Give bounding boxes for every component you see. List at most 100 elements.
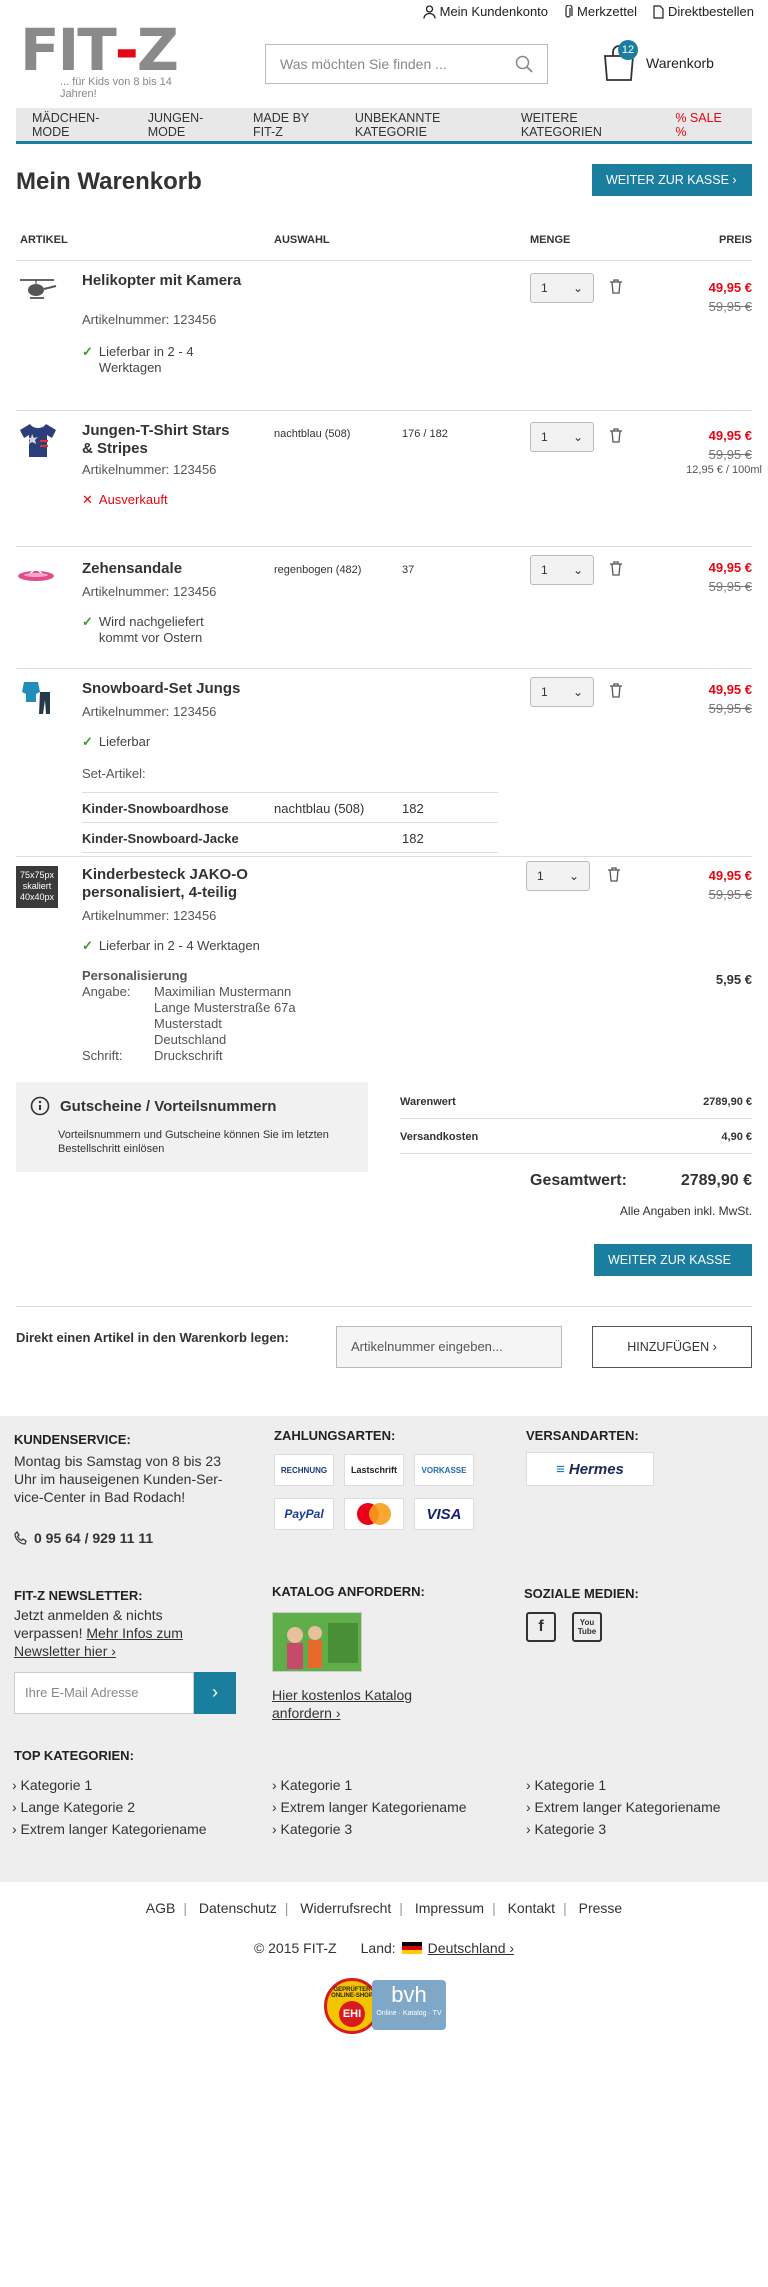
newsletter-submit-button[interactable]: › — [194, 1672, 236, 1714]
nav-item-unbekannt[interactable]: UNBEKANNTE KATEGORIE — [355, 111, 499, 139]
category-link[interactable]: › Extrem langer Kategoriename — [526, 1796, 721, 1818]
old-price: 59,95 € — [708, 299, 752, 314]
nav-item-sale[interactable]: % SALE % — [675, 111, 730, 139]
payment-prepayment-icon: VORKASSE — [414, 1454, 474, 1486]
nav-item-maedchen[interactable]: MÄDCHEN-MODE — [32, 111, 126, 139]
divider — [16, 410, 752, 411]
checkout-button-top[interactable]: WEITER ZUR KASSE › — [592, 164, 752, 196]
link-widerrufsrecht[interactable]: Widerrufsrecht — [300, 1900, 391, 1916]
product-name[interactable]: Helikopter mit Kamera — [82, 272, 242, 290]
availability-status: ✓ Lieferbar in 2 - 4 Werktagen — [82, 938, 260, 953]
trash-icon[interactable] — [606, 866, 622, 882]
article-number: Artikelnummer: 123456 — [82, 584, 217, 599]
check-icon: ✓ — [82, 344, 93, 359]
newsletter-email-input[interactable]: Ihre E-Mail Adresse — [14, 1672, 194, 1714]
checkout-button-bottom[interactable]: WEITER ZUR KASSE › — [594, 1244, 752, 1299]
link-presse[interactable]: Presse — [579, 1900, 623, 1916]
color-selection: regenbogen (482) — [274, 564, 362, 576]
article-number-input[interactable]: Artikelnummer eingeben... — [336, 1326, 562, 1368]
facebook-icon[interactable]: f — [526, 1612, 556, 1642]
add-button[interactable]: HINZUFÜGEN › — [592, 1326, 752, 1368]
logo-wordmark: FIT-Z — [20, 16, 179, 84]
catalog-cover-image[interactable] — [272, 1612, 362, 1672]
product-thumb-snowboard[interactable] — [18, 678, 58, 718]
cross-icon: ✕ — [82, 492, 93, 507]
bvh-seal[interactable]: bvh Online · Katalog · TV — [372, 1980, 446, 2030]
logo[interactable]: FIT-Z ... für Kids von 8 bis 14 Jahren! — [20, 16, 210, 100]
set-item-name: Kinder-Snowboard-Jacke — [82, 831, 239, 846]
category-link[interactable]: › Extrem langer Kategoriename — [12, 1818, 207, 1840]
category-link[interactable]: › Kategorie 1 — [272, 1774, 467, 1796]
nav-item-made-by[interactable]: MADE BY FIT-Z — [253, 111, 333, 139]
cart-count-badge: 12 — [618, 40, 638, 60]
catalog-link[interactable]: Hier kostenlos Katalog anfordern › — [272, 1686, 432, 1722]
search-icon[interactable] — [515, 55, 533, 73]
price-block: 49,95 € 59,95 € — [709, 868, 752, 902]
payment-invoice-icon: RECHNUNG — [274, 1454, 334, 1486]
product-thumb-sandal[interactable] — [16, 564, 56, 604]
top-categories-col-3: › Kategorie 1 › Extrem langer Kategorien… — [526, 1774, 721, 1840]
nav-item-weitere[interactable]: WEITERE KATEGORIEN — [521, 111, 648, 139]
category-link[interactable]: › Kategorie 1 — [12, 1774, 207, 1796]
set-item-color: nachtblau (508) — [274, 801, 365, 816]
product-name[interactable]: Kinderbesteck JAKO-O personalisiert, 4-t… — [82, 866, 262, 902]
product-thumb-tshirt[interactable] — [18, 420, 58, 460]
category-link[interactable]: › Kategorie 3 — [526, 1818, 721, 1840]
divider — [16, 668, 752, 669]
direct-order-link[interactable]: Direktbestellen — [653, 4, 754, 19]
service-text: Montag bis Samstag von 8 bis 23 Uhr im h… — [14, 1453, 223, 1505]
trash-icon[interactable] — [608, 560, 624, 576]
cart-button[interactable]: 12 Warenkorb — [602, 40, 714, 82]
article-number: Artikelnummer: 123456 — [82, 704, 217, 719]
divider — [82, 852, 498, 853]
chevron-down-icon: ⌄ — [572, 430, 583, 444]
category-link[interactable]: › Kategorie 1 — [526, 1774, 721, 1796]
quantity-select[interactable]: 1 ⌄ — [530, 273, 594, 303]
product-name[interactable]: Jungen-T-Shirt Stars & Stripes — [82, 422, 242, 458]
link-kontakt[interactable]: Kontakt — [508, 1900, 555, 1916]
hermes-logo: ≡ Hermes — [526, 1452, 654, 1486]
vat-note: Alle Angaben inkl. MwSt. — [619, 1204, 752, 1218]
account-link[interactable]: Mein Kundenkonto — [422, 4, 548, 19]
service-title: KUNDENSERVICE: — [14, 1432, 131, 1447]
trash-icon[interactable] — [608, 682, 624, 698]
link-agb[interactable]: AGB — [146, 1900, 176, 1916]
search-input[interactable]: Was möchten Sie finden ... — [265, 44, 548, 84]
top-categories-col-2: › Kategorie 1 › Extrem langer Kategorien… — [272, 1774, 467, 1840]
quantity-select[interactable]: 1 ⌄ — [530, 422, 594, 452]
product-thumb-helicopter[interactable] — [18, 274, 58, 314]
nav-item-jungen[interactable]: JUNGEN-MODE — [148, 111, 231, 139]
wishlist-link[interactable]: Merkzettel — [564, 4, 637, 19]
category-link[interactable]: › Lange Kategorie 2 — [12, 1796, 207, 1818]
set-item-row: Kinder-Snowboard-Jacke 182 — [82, 826, 498, 852]
direct-add-label: Direkt einen Artikel in den Warenkorb le… — [16, 1330, 289, 1345]
link-datenschutz[interactable]: Datenschutz — [199, 1900, 277, 1916]
old-price: 59,95 € — [708, 579, 752, 594]
category-link[interactable]: › Kategorie 3 — [272, 1818, 467, 1840]
phone[interactable]: 0 95 64 / 929 11 11 — [14, 1530, 153, 1546]
shopping-bag-icon: 12 — [602, 40, 638, 82]
link-impressum[interactable]: Impressum — [415, 1900, 484, 1916]
cart-label: Warenkorb — [646, 55, 714, 71]
trash-icon[interactable] — [608, 278, 624, 294]
product-name[interactable]: Zehensandale — [82, 560, 182, 578]
legal-links: AGB | Datenschutz | Widerrufsrecht | Impres… — [145, 1900, 623, 1916]
availability-status: ✕ Ausverkauft — [82, 492, 168, 507]
youtube-icon[interactable]: You Tube — [572, 1612, 602, 1642]
size-selection: 37 — [402, 564, 415, 576]
divider — [16, 546, 752, 547]
voucher-box: Gutscheine / Vorteilsnummern Vorteilsnum… — [16, 1082, 368, 1172]
check-icon: ✓ — [82, 734, 93, 749]
product-name[interactable]: Snowboard-Set Jungs — [82, 680, 240, 698]
quantity-select[interactable]: 1 ⌄ — [526, 861, 590, 891]
quantity-select[interactable]: 1 ⌄ — [530, 677, 594, 707]
total-label: Gesamtwert: — [530, 1172, 627, 1189]
country-selector[interactable]: Land: Deutschland › — [361, 1940, 514, 1956]
category-link[interactable]: › Extrem langer Kategoriename — [272, 1796, 467, 1818]
divider — [16, 856, 752, 857]
trash-icon[interactable] — [608, 427, 624, 443]
product-thumb-placeholder[interactable]: 75x75px skaliert 40x40px — [16, 866, 58, 908]
payment-title: ZAHLUNGSARTEN: — [274, 1428, 396, 1443]
quantity-select[interactable]: 1 ⌄ — [530, 555, 594, 585]
top-links: Mein Kundenkonto Merkzettel Direktbestel… — [422, 4, 754, 19]
